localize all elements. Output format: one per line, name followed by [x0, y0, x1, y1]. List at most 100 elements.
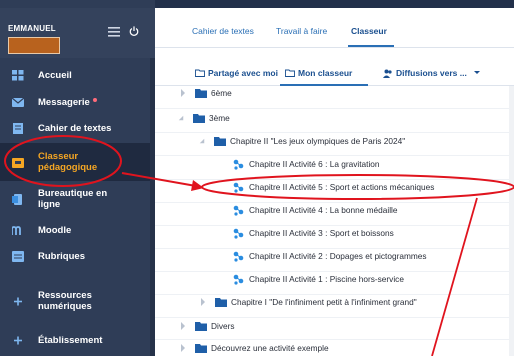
tree-row-label: Découvrez une activité exemple	[211, 343, 329, 353]
tree-row-activite-1[interactable]: Chapitre II Activité 1 : Piscine hors-se…	[233, 273, 404, 285]
row-divider	[155, 294, 509, 295]
subtab-mon-classeur[interactable]: Mon classeur	[285, 68, 352, 78]
row-divider	[155, 179, 509, 180]
sidebar-item-messagerie[interactable]: Messagerie	[0, 93, 150, 111]
sidebar-item-accueil[interactable]: Accueil	[0, 66, 150, 84]
plus-icon	[14, 336, 22, 344]
tree-row-label: Chapitre II "Les jeux olympiques de Pari…	[230, 136, 406, 146]
tree-row-activite-5[interactable]: Chapitre II Activité 5 : Sport et action…	[233, 181, 434, 193]
share-nodes-icon	[233, 274, 244, 285]
tree-row-chapitre-1[interactable]: Chapitre I "De l'infiniment petit à l'in…	[200, 296, 417, 308]
row-divider	[155, 225, 509, 226]
tree-row-label: Chapitre I "De l'infiniment petit à l'in…	[231, 297, 417, 307]
power-icon[interactable]	[128, 26, 140, 36]
folder-icon	[193, 113, 205, 123]
caret-down-icon[interactable]	[199, 137, 205, 145]
sidebar-item-label: Accueil	[38, 69, 72, 81]
row-divider	[155, 202, 509, 203]
redacted-user-info	[8, 37, 60, 54]
row-divider	[155, 155, 509, 156]
moodle-icon	[12, 225, 21, 235]
subtab-mon-classeur-label: Mon classeur	[298, 68, 353, 78]
sidebar-item-label: Moodle	[38, 224, 72, 236]
row-divider	[155, 248, 509, 249]
folder-outline-icon	[195, 69, 205, 77]
tree-row-label: Chapitre II Activité 4 : La bonne médail…	[249, 205, 398, 215]
subtab-diffusions-label: Diffusions vers ...	[396, 68, 467, 78]
caret-right-icon[interactable]	[180, 322, 186, 330]
tab-cahier-de-textes[interactable]: Cahier de textes	[192, 26, 254, 36]
sidebar-item-label: Cahier de textes	[38, 122, 112, 134]
tree-row-label: Chapitre II Activité 3 : Sport et boisso…	[249, 228, 394, 238]
office-icon	[12, 193, 22, 205]
folder-icon	[195, 88, 207, 98]
user-name: EMMANUEL	[8, 24, 56, 33]
folder-outline-icon	[285, 69, 295, 77]
caret-right-icon[interactable]	[180, 344, 186, 352]
share-nodes-icon	[233, 228, 244, 239]
row-divider	[155, 317, 509, 318]
row-divider	[155, 132, 509, 133]
sidebar-item-label: Ressources numériques	[38, 290, 92, 312]
user-header: EMMANUEL	[0, 8, 155, 58]
tree-row-3eme[interactable]: 3ème	[178, 112, 230, 124]
folder-icon	[195, 321, 207, 331]
sidebar-item-moodle[interactable]: Moodle	[0, 221, 150, 239]
sidebar-item-label: Établissement	[38, 334, 103, 346]
content-scrollbar[interactable]	[509, 86, 514, 356]
caret-right-icon[interactable]	[180, 89, 186, 97]
notification-dot	[92, 97, 97, 102]
users-icon	[383, 69, 392, 78]
tree-row-label: 3ème	[209, 113, 230, 123]
active-tab-indicator	[348, 45, 394, 47]
caret-right-icon[interactable]	[200, 298, 206, 306]
folder-icon	[195, 343, 207, 353]
caret-down-icon[interactable]	[178, 114, 184, 122]
sidebar-item-label: Rubriques	[38, 250, 85, 262]
sidebar-item-label: Messagerie	[38, 97, 97, 108]
sidebar-item-cahier-de-textes[interactable]: Cahier de textes	[0, 119, 150, 137]
envelope-icon	[12, 97, 24, 107]
tree-row-label: Chapitre II Activité 1 : Piscine hors-se…	[249, 274, 404, 284]
share-nodes-icon	[233, 251, 244, 262]
subtab-partage[interactable]: Partagé avec moi	[195, 68, 278, 78]
tree-row-divers[interactable]: Divers	[180, 320, 235, 332]
sidebar-item-rubriques[interactable]: Rubriques	[0, 247, 150, 265]
sidebar: EMMANUEL Accueil Messagerie Cahier de te…	[0, 0, 155, 356]
rubrics-icon	[12, 250, 24, 262]
share-nodes-icon	[233, 159, 244, 170]
tree-row-chapitre-2[interactable]: Chapitre II "Les jeux olympiques de Pari…	[199, 135, 405, 147]
messagerie-text: Messagerie	[38, 96, 90, 108]
sidebar-item-label: Bureautique en ligne	[38, 188, 108, 210]
tab-travail-a-faire[interactable]: Travail à faire	[276, 26, 327, 36]
sub-tabs: Partagé avec moi Mon classeur Diffusions…	[155, 48, 514, 86]
tree-row-label: 6ème	[211, 88, 232, 98]
tree-row-activite-3[interactable]: Chapitre II Activité 3 : Sport et boisso…	[233, 227, 394, 239]
subtab-diffusions[interactable]: Diffusions vers ...	[383, 68, 484, 78]
folder-icon	[215, 297, 227, 307]
tree-row-activite-4[interactable]: Chapitre II Activité 4 : La bonne médail…	[233, 204, 398, 216]
active-subtab-indicator	[280, 84, 368, 86]
folder-binder-icon	[12, 157, 24, 168]
tree-row-activite-6[interactable]: Chapitre II Activité 6 : La gravitation	[233, 158, 380, 170]
sidebar-item-ressources-numeriques[interactable]: Ressources numériques	[0, 287, 150, 315]
tree-row-6eme[interactable]: 6ème	[180, 87, 232, 99]
tree-row-activite-2[interactable]: Chapitre II Activité 2 : Dopages et pict…	[233, 250, 427, 262]
notebook-icon	[13, 122, 23, 134]
tree-row-decouvrez[interactable]: Découvrez une activité exemple	[180, 342, 329, 354]
row-divider	[155, 339, 509, 340]
main-panel: Cahier de textes Travail à faire Classeu…	[155, 8, 514, 356]
tree-row-label: Chapitre II Activité 2 : Dopages et pict…	[249, 251, 427, 261]
home-grid-icon	[12, 69, 24, 80]
plus-icon	[14, 297, 22, 305]
sidebar-item-classeur-pedagogique[interactable]: Classeur pédagogique	[0, 143, 150, 181]
tree-row-label: Divers	[211, 321, 235, 331]
sidebar-item-etablissement[interactable]: Établissement	[0, 331, 150, 349]
chevron-down-icon	[473, 71, 480, 74]
sidebar-item-label: Classeur pédagogique	[38, 151, 98, 173]
tree-row-label: Chapitre II Activité 5 : Sport et action…	[249, 182, 435, 192]
sidebar-item-bureautique[interactable]: Bureautique en ligne	[0, 184, 150, 214]
row-divider	[155, 271, 509, 272]
tab-classeur[interactable]: Classeur	[351, 26, 387, 36]
menu-icon[interactable]	[108, 27, 120, 37]
